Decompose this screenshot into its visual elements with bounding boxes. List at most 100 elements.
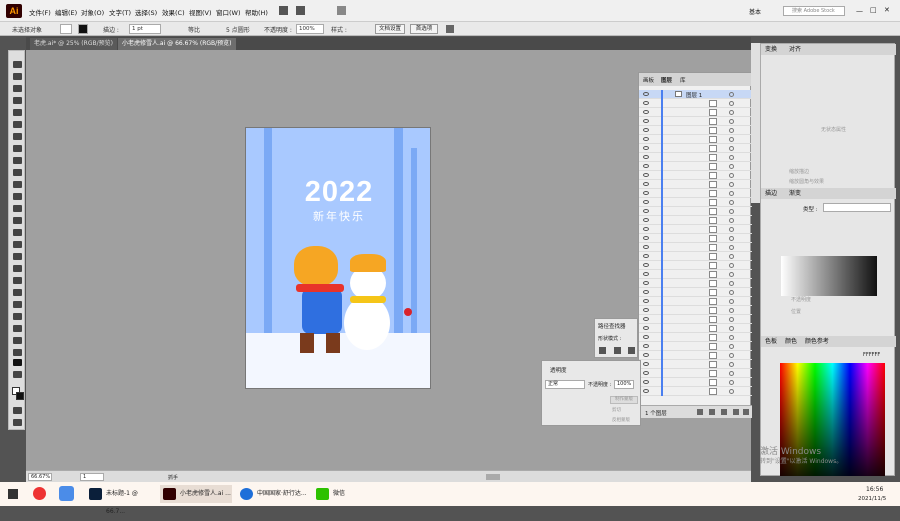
taskbar-browser[interactable]: 中国国家·舒行达... <box>237 485 309 503</box>
fill-swatch[interactable] <box>60 24 72 34</box>
visibility-eye-icon[interactable] <box>643 182 649 186</box>
draw-mode-icon[interactable] <box>13 407 22 414</box>
magic-wand-tool-icon[interactable] <box>13 85 22 92</box>
make-mask-button[interactable]: 制作蒙版 <box>610 396 638 404</box>
target-circle-icon[interactable] <box>729 272 734 277</box>
visibility-eye-icon[interactable] <box>643 263 649 267</box>
locate-object-icon[interactable] <box>697 409 703 415</box>
taskbar-illustrator[interactable]: 小老虎修雪人.ai ... <box>160 485 232 503</box>
target-circle-icon[interactable] <box>729 227 734 232</box>
menu-effect[interactable]: 效果(C) <box>162 7 185 17</box>
visibility-eye-icon[interactable] <box>643 101 649 105</box>
layer-row[interactable] <box>639 387 752 396</box>
invert-mask-checkbox[interactable]: 反相蒙版 <box>612 417 630 423</box>
layer-row[interactable] <box>639 162 752 171</box>
target-circle-icon[interactable] <box>729 146 734 151</box>
layer-row[interactable] <box>639 360 752 369</box>
type-tool-icon[interactable] <box>13 133 22 140</box>
layer-row[interactable] <box>639 288 752 297</box>
layer-row[interactable] <box>639 351 752 360</box>
minus-front-icon[interactable] <box>614 347 621 354</box>
layer-row[interactable] <box>639 144 752 153</box>
layer-row[interactable] <box>639 135 752 144</box>
perspective-grid-tool-icon[interactable] <box>13 265 22 272</box>
tab-tiger[interactable]: 老虎.ai* @ 25% (RGB/预览) <box>30 38 117 50</box>
tab-gradient[interactable]: 渐变 <box>789 190 801 197</box>
artboard-tool-icon[interactable] <box>13 349 22 356</box>
new-sublayer-icon[interactable] <box>721 409 727 415</box>
bridge-icon[interactable] <box>279 6 288 15</box>
layer-row[interactable] <box>639 306 752 315</box>
visibility-eye-icon[interactable] <box>643 380 649 384</box>
layer-row[interactable] <box>639 378 752 387</box>
delete-layer-icon[interactable] <box>743 409 749 415</box>
eyedropper-tool-icon[interactable] <box>13 301 22 308</box>
target-circle-icon[interactable] <box>729 173 734 178</box>
layer-row-main[interactable]: 图层 1 <box>639 90 752 99</box>
pen-tool-icon[interactable] <box>13 109 22 116</box>
stock-search-input[interactable]: 搜索 Adobe Stock <box>783 6 845 16</box>
tab-libraries[interactable]: 库 <box>680 76 686 84</box>
zoom-tool-icon[interactable] <box>13 371 22 378</box>
gradient-type-select[interactable] <box>823 203 891 212</box>
target-circle-icon[interactable] <box>729 353 734 358</box>
target-circle-icon[interactable] <box>729 128 734 133</box>
visibility-eye-icon[interactable] <box>643 227 649 231</box>
target-circle-icon[interactable] <box>729 236 734 241</box>
target-circle-icon[interactable] <box>729 200 734 205</box>
tab-align[interactable]: 对齐 <box>789 46 801 53</box>
menu-edit[interactable]: 编辑(E) <box>55 7 77 17</box>
menu-file[interactable]: 文件(F) <box>29 7 51 17</box>
menu-help[interactable]: 帮助(H) <box>245 7 268 17</box>
unite-icon[interactable] <box>599 347 606 354</box>
gradient-tool-icon[interactable] <box>13 289 22 296</box>
rotate-tool-icon[interactable] <box>13 205 22 212</box>
layer-row[interactable] <box>639 99 752 108</box>
preferences-button[interactable]: 首选项 <box>410 24 438 34</box>
layer-row[interactable] <box>639 126 752 135</box>
visibility-eye-icon[interactable] <box>643 317 649 321</box>
menu-type[interactable]: 文字(T) <box>109 7 131 17</box>
visibility-eye-icon[interactable] <box>643 110 649 114</box>
visibility-eye-icon[interactable] <box>643 362 649 366</box>
target-circle-icon[interactable] <box>729 155 734 160</box>
screen-mode-icon[interactable] <box>13 419 22 426</box>
clip-checkbox[interactable]: 剪切 <box>612 407 621 413</box>
target-circle-icon[interactable] <box>729 326 734 331</box>
zoom-field[interactable]: 66.67% <box>28 473 52 481</box>
layer-row[interactable] <box>639 261 752 270</box>
target-circle-icon[interactable] <box>729 371 734 376</box>
workspace-switcher[interactable]: 基本 <box>749 7 761 16</box>
artboard[interactable]: 2022 新年快乐 <box>245 127 431 389</box>
taskbar-photoshop[interactable]: 未标题-1 @ 66.7... <box>86 485 156 515</box>
visibility-eye-icon[interactable] <box>643 344 649 348</box>
layer-row[interactable] <box>639 333 752 342</box>
tab-artboards[interactable]: 画板 <box>643 76 654 84</box>
visibility-eye-icon[interactable] <box>643 335 649 339</box>
target-circle-icon[interactable] <box>729 344 734 349</box>
mesh-tool-icon[interactable] <box>13 277 22 284</box>
minimize-icon[interactable]: — <box>856 7 863 15</box>
free-transform-tool-icon[interactable] <box>13 241 22 248</box>
taskbar-wechat[interactable]: 微信 <box>313 485 359 503</box>
visibility-eye-icon[interactable] <box>643 137 649 141</box>
line-tool-icon[interactable] <box>13 145 22 152</box>
layer-row[interactable] <box>639 243 752 252</box>
layer-row[interactable] <box>639 189 752 198</box>
target-circle-icon[interactable] <box>729 389 734 394</box>
target-circle-icon[interactable] <box>729 362 734 367</box>
direct-selection-tool-icon[interactable] <box>13 73 22 80</box>
tab-color-guide[interactable]: 颜色参考 <box>805 338 829 345</box>
stroke-profile[interactable]: 等比 <box>188 25 200 34</box>
stroke-swatch[interactable] <box>78 24 88 34</box>
visibility-eye-icon[interactable] <box>643 353 649 357</box>
chrome-icon[interactable] <box>33 487 46 500</box>
menu-object[interactable]: 对象(O) <box>81 7 104 17</box>
visibility-eye-icon[interactable] <box>643 209 649 213</box>
visibility-eye-icon[interactable] <box>643 164 649 168</box>
visibility-eye-icon[interactable] <box>643 254 649 258</box>
layer-row[interactable] <box>639 153 752 162</box>
visibility-eye-icon[interactable] <box>643 155 649 159</box>
visibility-eye-icon[interactable] <box>643 200 649 204</box>
visibility-eye-icon[interactable] <box>643 371 649 375</box>
